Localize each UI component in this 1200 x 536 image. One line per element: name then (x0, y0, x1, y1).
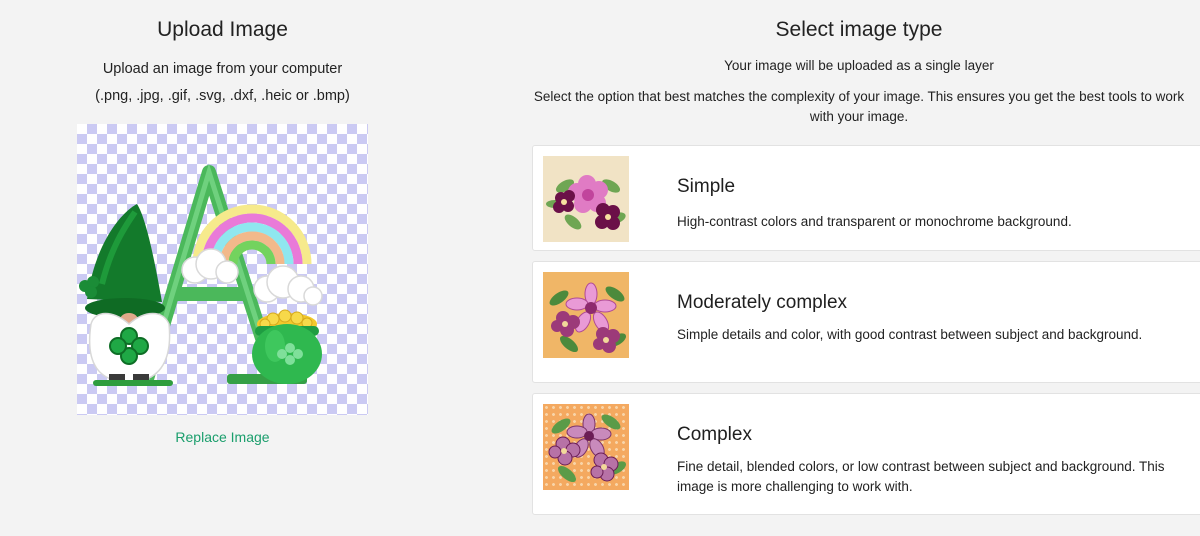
flower-complex-icon (548, 413, 627, 483)
upload-title: Upload Image (157, 18, 288, 41)
simple-thumbnail (543, 156, 629, 242)
uploaded-image-preview (77, 124, 368, 415)
option-moderate-title: Moderately complex (677, 292, 848, 313)
flower-moderate-icon (549, 282, 627, 353)
upload-panel: Upload Image Upload an image from your c… (0, 0, 445, 536)
option-complex-card[interactable]: Complex Fine detail, blended colors, or … (532, 393, 1200, 515)
option-simple-description: High-contrast colors and transparent or … (677, 214, 1072, 229)
replace-image-link[interactable]: Replace Image (0, 429, 445, 445)
flower-simple-icon (546, 175, 626, 230)
option-simple-title: Simple (677, 176, 736, 197)
select-type-title: Select image type (775, 18, 943, 41)
option-moderate-description: Simple details and color, with good cont… (677, 327, 1143, 342)
upload-formats: (.png, .jpg, .gif, .svg, .dxf, .heic or … (95, 88, 350, 104)
moderate-thumbnail (543, 272, 629, 358)
option-simple-card[interactable]: Simple High-contrast colors and transpar… (532, 145, 1200, 251)
option-moderate-card[interactable]: Moderately complex Simple details and co… (532, 261, 1200, 383)
option-complex-description: Fine detail, blended colors, or low cont… (677, 459, 1165, 494)
complex-thumbnail (543, 404, 629, 490)
select-type-panel: Select image type Your image will be upl… (518, 0, 1200, 536)
uploaded-image-illustration (79, 163, 323, 386)
single-layer-note: Your image will be uploaded as a single … (724, 58, 994, 73)
complexity-instruction: Select the option that best matches the … (533, 89, 1185, 124)
upload-subtitle: Upload an image from your computer (102, 61, 343, 77)
option-complex-title: Complex (677, 424, 752, 445)
